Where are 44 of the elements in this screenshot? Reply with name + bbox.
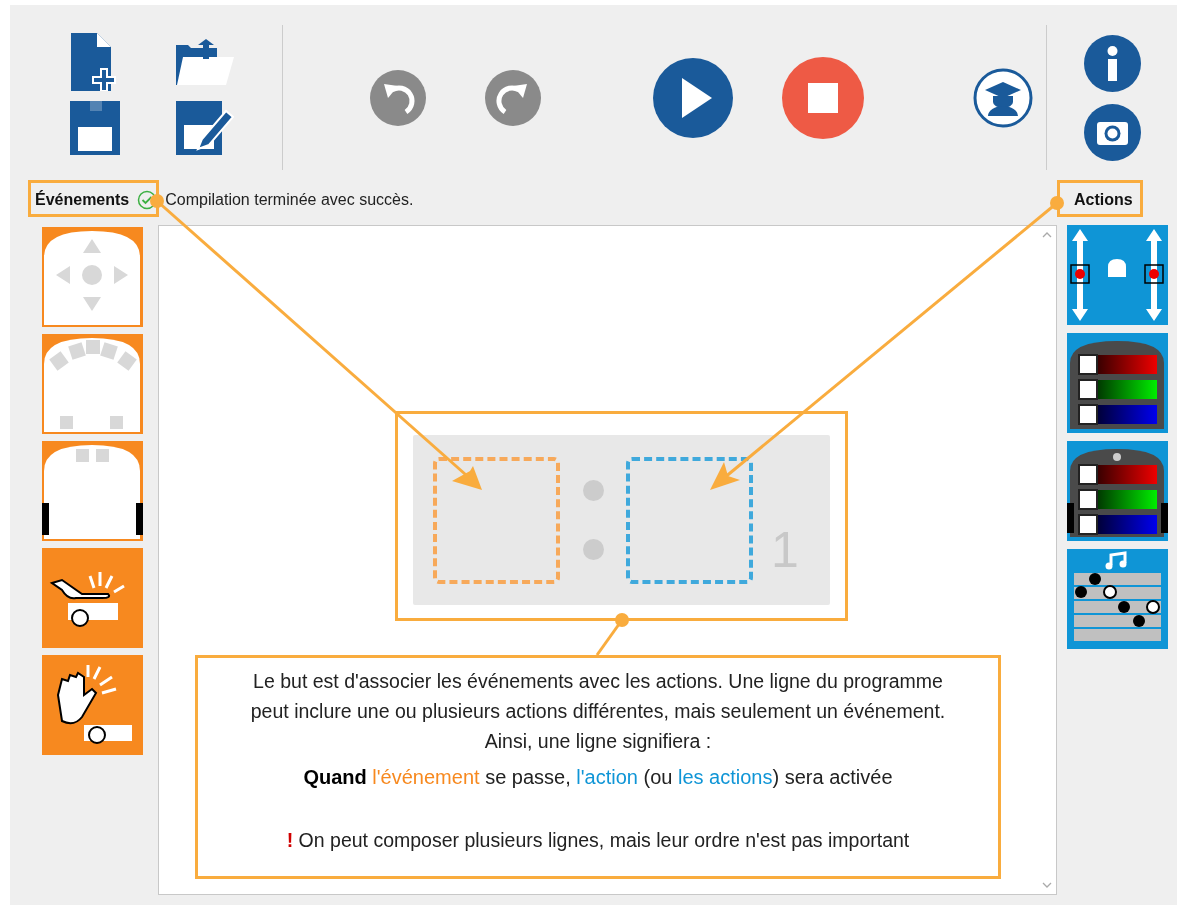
- redo-icon: [485, 70, 541, 126]
- event-tile[interactable]: [42, 441, 143, 541]
- robot-color-icon: [1067, 441, 1168, 541]
- undo-icon: [370, 70, 426, 126]
- ground-sensors-icon: [42, 441, 143, 541]
- hand-tap-icon: [42, 548, 143, 648]
- info-icon: [1083, 35, 1141, 92]
- event-tile[interactable]: [42, 334, 143, 434]
- colon-dot: [582, 539, 604, 560]
- event-tile[interactable]: [42, 655, 143, 755]
- camera-icon: [1083, 104, 1141, 161]
- proximity-sensors-icon: [42, 334, 143, 434]
- info-button[interactable]: [1083, 35, 1141, 92]
- arrow-buttons-icon: [42, 227, 143, 327]
- camera-button[interactable]: [1083, 104, 1141, 161]
- stop-icon: [782, 57, 864, 139]
- event-tile[interactable]: [42, 548, 143, 648]
- motor-arrows-icon: [1067, 225, 1168, 325]
- teacher-button[interactable]: [973, 68, 1033, 128]
- events-heading: Événements: [35, 191, 130, 209]
- play-button[interactable]: [653, 58, 733, 138]
- play-icon: [653, 58, 733, 138]
- action-tile[interactable]: [1067, 549, 1168, 649]
- status-message: Compilation terminée avec succès.: [165, 191, 414, 209]
- note-text: ! On peut composer plusieurs lignes, mais leur ordre n'est pas important: [286, 829, 910, 852]
- folder-icon: [176, 39, 234, 85]
- event-tile[interactable]: [42, 227, 143, 327]
- action-tile[interactable]: [1067, 225, 1168, 325]
- music-notes-icon: [1067, 549, 1168, 649]
- robot-color-icon: [1067, 333, 1168, 433]
- graduate-icon: [973, 68, 1033, 128]
- action-tile[interactable]: [1067, 333, 1168, 433]
- rule-text: Quand l'événement se passe, l'action (ou les actions) sera activée: [303, 766, 893, 789]
- save-as-button[interactable]: [175, 99, 235, 157]
- explanation-text: Le but est d'associer les événements avec les actions. Une ligne du programme peut inclure une ou plusieurs actions différentes, mais seulement un événement. Ainsi, une ligne signifiera :: [249, 669, 947, 754]
- clapping-hands-icon: [42, 655, 143, 755]
- floppy-disk-pencil-icon: [176, 101, 234, 155]
- action-tile[interactable]: [1067, 441, 1168, 541]
- stop-button[interactable]: [782, 57, 864, 139]
- colon-dot: [582, 480, 604, 501]
- undo-button[interactable]: [370, 70, 426, 126]
- redo-button[interactable]: [485, 70, 541, 126]
- actions-heading: Actions: [1074, 191, 1134, 209]
- new-file-icon: [71, 33, 119, 91]
